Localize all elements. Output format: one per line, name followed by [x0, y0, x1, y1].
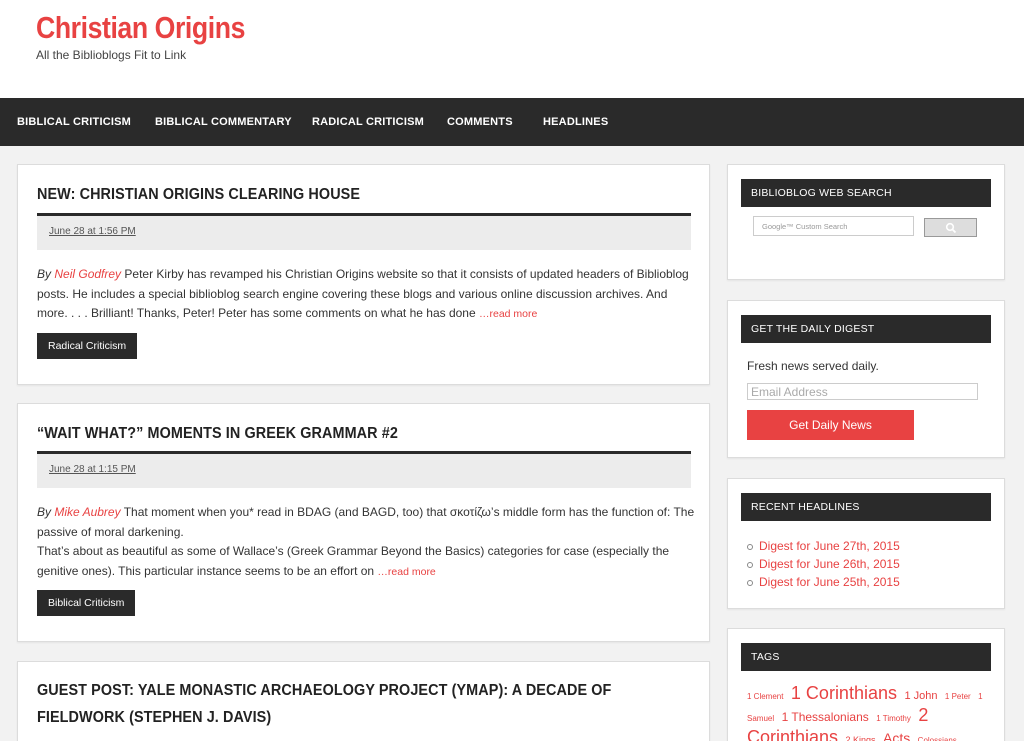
headline-link[interactable]: Digest for June 25th, 2015 [747, 573, 900, 591]
headline-link[interactable]: Digest for June 27th, 2015 [747, 537, 900, 555]
nav-item-headlines[interactable]: HEADLINES [543, 98, 608, 146]
post-excerpt-text: That moment when you* read in BDAG (and … [37, 505, 695, 539]
widget-title: BIBLIOBLOG WEB SEARCH [741, 179, 991, 207]
headlines-list: Digest for June 27th, 2015 Digest for Ju… [747, 537, 900, 591]
post-excerpt-text-2: That’s about as beautiful as some of Wal… [37, 544, 670, 578]
post-excerpt: By Mike Aubrey That moment when you* rea… [37, 503, 697, 582]
post-card: NEW: CHRISTIAN ORIGINS CLEARING HOUSE Ju… [17, 164, 710, 385]
tag-link[interactable]: Acts [883, 730, 910, 741]
tags-widget: TAGS 1 Clement 1 Corinthians 1 John 1 Pe… [727, 628, 1005, 741]
post-excerpt: By Neil Godfrey Peter Kirby has revamped… [37, 265, 697, 325]
digest-widget: GET THE DAILY DIGEST Fresh news served d… [727, 300, 1005, 458]
search-input[interactable]: Google™ Custom Search [753, 216, 914, 236]
post-author-link[interactable]: Mike Aubrey [54, 505, 120, 519]
category-button[interactable]: Radical Criticism [37, 333, 138, 359]
site-header: Christian Origins All the Biblioblogs Fi… [0, 0, 1024, 98]
post-meta: June 28 at 1:15 PM [37, 454, 691, 488]
nav-item-radical-criticism[interactable]: RADICAL CRITICISM [312, 98, 424, 146]
read-more-link[interactable]: …read more [377, 566, 435, 578]
post-by-label: By [37, 505, 52, 519]
post-title[interactable]: NEW: CHRISTIAN ORIGINS CLEARING HOUSE [37, 181, 631, 208]
nav-item-comments[interactable]: COMMENTS [447, 98, 513, 146]
tag-link[interactable]: Colossians [918, 736, 957, 741]
post-card: “WAIT WHAT?” MOMENTS IN GREEK GRAMMAR #2… [17, 403, 710, 642]
tag-link[interactable]: 1 Thessalonians [782, 710, 869, 724]
recent-headlines-widget: RECENT HEADLINES Digest for June 27th, 2… [727, 478, 1005, 609]
email-field[interactable] [747, 383, 978, 400]
get-daily-news-button[interactable]: Get Daily News [747, 410, 914, 440]
post-date[interactable]: June 28 at 1:15 PM [49, 464, 136, 475]
widget-title: GET THE DAILY DIGEST [741, 315, 991, 343]
read-more-link[interactable]: …read more [479, 308, 537, 320]
post-excerpt-text: Peter Kirby has revamped his Christian O… [37, 267, 689, 320]
post-date[interactable]: June 28 at 1:56 PM [49, 226, 136, 237]
post-meta: June 28 at 1:56 PM [37, 216, 691, 250]
search-widget: BIBLIOBLOG WEB SEARCH Google™ Custom Sea… [727, 164, 1005, 280]
search-button[interactable] [924, 218, 977, 237]
tag-link[interactable]: 2 Kings [846, 735, 876, 741]
category-button[interactable]: Biblical Criticism [37, 590, 136, 616]
tag-cloud: 1 Clement 1 Corinthians 1 John 1 Peter 1… [747, 684, 993, 741]
tag-link[interactable]: 1 Corinthians [791, 683, 897, 703]
nav-item-biblical-criticism[interactable]: BIBLICAL CRITICISM [17, 98, 131, 146]
tag-link[interactable]: 1 Peter [945, 692, 971, 701]
tag-link[interactable]: 1 Clement [747, 692, 783, 701]
tag-link[interactable]: 1 John [904, 690, 937, 702]
post-title[interactable]: GUEST POST: YALE MONASTIC ARCHAEOLOGY PR… [37, 677, 631, 731]
post-card: GUEST POST: YALE MONASTIC ARCHAEOLOGY PR… [17, 661, 710, 741]
post-title[interactable]: “WAIT WHAT?” MOMENTS IN GREEK GRAMMAR #2 [37, 420, 631, 447]
nav-item-biblical-commentary[interactable]: BIBLICAL COMMENTARY [155, 98, 292, 146]
widget-title: TAGS [741, 643, 991, 671]
site-title[interactable]: Christian Origins [36, 10, 245, 46]
widget-title: RECENT HEADLINES [741, 493, 991, 521]
post-author-link[interactable]: Neil Godfrey [54, 267, 121, 281]
site-description: All the Biblioblogs Fit to Link [36, 48, 187, 62]
tag-link[interactable]: 1 Timothy [876, 714, 911, 723]
search-icon [945, 222, 957, 234]
post-by-label: By [37, 267, 52, 281]
main-nav: BIBLICAL CRITICISM BIBLICAL COMMENTARY R… [0, 98, 1024, 146]
headline-link[interactable]: Digest for June 26th, 2015 [747, 555, 900, 573]
digest-text: Fresh news served daily. [747, 359, 879, 373]
